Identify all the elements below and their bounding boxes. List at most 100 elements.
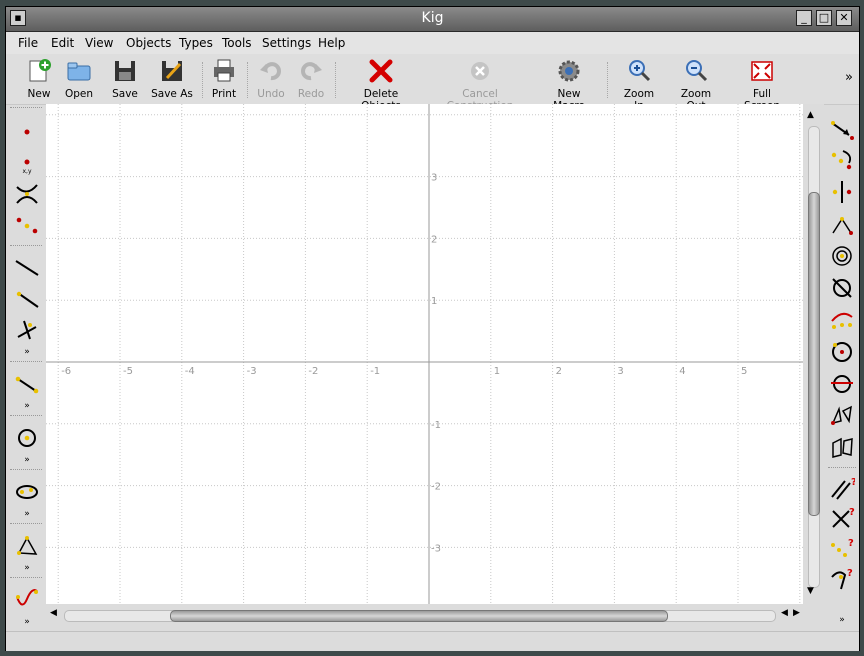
translation-icon[interactable] bbox=[829, 117, 855, 143]
floppy-disk-icon bbox=[115, 61, 135, 81]
menu-objects[interactable]: Objects bbox=[126, 36, 171, 50]
conic-icon[interactable] bbox=[14, 479, 40, 505]
save-as-label: Save As bbox=[151, 88, 193, 100]
redo-icon bbox=[301, 62, 322, 81]
toolbar-separator bbox=[202, 62, 205, 98]
expand-chevron[interactable]: » bbox=[829, 615, 855, 625]
new-document-icon bbox=[29, 59, 51, 82]
vertical-scroll-thumb[interactable] bbox=[808, 192, 820, 516]
save-as-button[interactable]: Save As bbox=[150, 58, 194, 100]
svg-text:?: ? bbox=[848, 538, 854, 549]
point-by-coordinates-icon[interactable]: x,y bbox=[14, 151, 40, 177]
y-tick-label: -1 bbox=[431, 420, 441, 431]
y-tick-label: 3 bbox=[431, 173, 437, 184]
scroll-left-arrow-end[interactable]: ◀ bbox=[781, 608, 788, 618]
window-title: Kig bbox=[421, 10, 444, 26]
x-tick-label: 5 bbox=[741, 366, 747, 377]
menu-tools[interactable]: Tools bbox=[222, 36, 252, 50]
open-button[interactable]: Open bbox=[62, 58, 96, 100]
scroll-up-arrow[interactable]: ▲ bbox=[807, 110, 814, 120]
panel-separator bbox=[10, 415, 42, 417]
undo-button[interactable]: Undo bbox=[256, 58, 286, 100]
orthogonal-test-icon[interactable]: ? bbox=[829, 505, 855, 531]
panel-separator bbox=[10, 245, 42, 247]
line-icon[interactable] bbox=[14, 255, 40, 281]
gear-icon bbox=[558, 60, 580, 82]
zoom-in-icon bbox=[629, 60, 651, 82]
menu-settings[interactable]: Settings bbox=[262, 36, 311, 50]
bezier-curve-icon[interactable] bbox=[14, 587, 40, 613]
svg-text:?: ? bbox=[847, 568, 853, 579]
geometry-canvas[interactable]: -6-5-4-3-2-1123456321-1-2-3-4 bbox=[46, 104, 803, 604]
minimize-button[interactable]: _ bbox=[796, 10, 812, 26]
menu-edit[interactable]: Edit bbox=[51, 36, 74, 50]
rotation-icon[interactable] bbox=[829, 147, 855, 173]
horizontal-scrollbar[interactable]: ◀ ◀ ▶ bbox=[46, 604, 803, 626]
new-button[interactable]: New bbox=[24, 58, 54, 100]
save-button[interactable]: Save bbox=[110, 58, 140, 100]
panel-separator bbox=[10, 577, 42, 579]
arc-icon[interactable] bbox=[829, 307, 855, 333]
expand-chevron[interactable]: » bbox=[14, 401, 40, 411]
expand-chevron[interactable]: » bbox=[14, 617, 40, 627]
maximize-button[interactable]: □ bbox=[816, 10, 832, 26]
menu-help[interactable]: Help bbox=[318, 36, 345, 50]
open-label: Open bbox=[64, 88, 94, 100]
print-button[interactable]: Print bbox=[209, 58, 239, 100]
new-label: New bbox=[27, 88, 51, 100]
expand-chevron[interactable]: » bbox=[14, 347, 40, 357]
scroll-down-arrow[interactable]: ▼ bbox=[807, 586, 814, 596]
toolbar-overflow-button[interactable]: » bbox=[842, 70, 856, 85]
toolbar-separator bbox=[247, 62, 250, 98]
triangle-icon[interactable] bbox=[14, 533, 40, 559]
undo-label: Undo bbox=[257, 88, 285, 100]
perpendicular-icon[interactable] bbox=[14, 317, 40, 343]
redo-button[interactable]: Redo bbox=[296, 58, 326, 100]
scroll-left-arrow[interactable]: ◀ bbox=[50, 608, 57, 618]
collinear-test-icon[interactable]: ? bbox=[829, 535, 855, 561]
left-object-toolbar: x,y » » » » » » bbox=[6, 105, 46, 635]
menu-types[interactable]: Types bbox=[179, 36, 213, 50]
intersection-icon[interactable] bbox=[14, 181, 40, 207]
x-tick-label: 3 bbox=[617, 366, 623, 377]
harmonic-homology-icon[interactable] bbox=[829, 403, 855, 429]
ray-icon[interactable] bbox=[14, 285, 40, 311]
svg-text:?: ? bbox=[851, 477, 855, 488]
x-tick-label: -1 bbox=[370, 366, 380, 377]
scroll-right-arrow[interactable]: ▶ bbox=[793, 608, 800, 618]
cancel-icon bbox=[471, 62, 489, 80]
y-tick-label: 2 bbox=[431, 234, 437, 245]
menu-bar: File Edit View Objects Types Tools Setti… bbox=[6, 32, 859, 54]
kig-window: ▪ Kig _ □ ✕ File Edit View Objects Types… bbox=[5, 6, 860, 651]
expand-chevron[interactable]: » bbox=[14, 509, 40, 519]
panel-separator bbox=[828, 467, 856, 469]
save-as-icon bbox=[162, 61, 182, 81]
vertical-scrollbar[interactable]: ▲ ▼ bbox=[803, 104, 824, 604]
parallel-test-icon[interactable]: ? bbox=[829, 475, 855, 501]
point-on-circle-icon[interactable] bbox=[829, 339, 855, 365]
contains-test-icon[interactable]: ? bbox=[829, 565, 855, 591]
title-bar: ▪ Kig _ □ ✕ bbox=[6, 7, 859, 32]
full-screen-icon bbox=[751, 61, 773, 81]
segment-icon[interactable] bbox=[14, 371, 40, 397]
spiral-icon[interactable] bbox=[829, 243, 855, 269]
coordinate-grid[interactable]: -6-5-4-3-2-1123456321-1-2-3-4 bbox=[46, 104, 803, 604]
expand-chevron[interactable]: » bbox=[14, 455, 40, 465]
circle-through-point-icon[interactable] bbox=[829, 371, 855, 397]
menu-view[interactable]: View bbox=[85, 36, 113, 50]
y-tick-label: -2 bbox=[431, 482, 441, 493]
projective-transform-icon[interactable] bbox=[829, 435, 855, 461]
circle-icon[interactable] bbox=[14, 425, 40, 451]
point-icon[interactable] bbox=[14, 119, 40, 145]
expand-chevron[interactable]: » bbox=[14, 563, 40, 573]
svg-text:?: ? bbox=[849, 507, 855, 518]
menu-file[interactable]: File bbox=[18, 36, 38, 50]
reflection-icon[interactable] bbox=[829, 179, 855, 205]
scaling-icon[interactable] bbox=[829, 211, 855, 237]
panel-separator bbox=[10, 469, 42, 471]
circle-inversion-icon[interactable] bbox=[829, 275, 855, 301]
midpoint-icon[interactable] bbox=[14, 211, 40, 237]
horizontal-scroll-thumb[interactable] bbox=[170, 610, 668, 622]
close-button[interactable]: ✕ bbox=[836, 10, 852, 26]
x-tick-label: -5 bbox=[123, 366, 133, 377]
